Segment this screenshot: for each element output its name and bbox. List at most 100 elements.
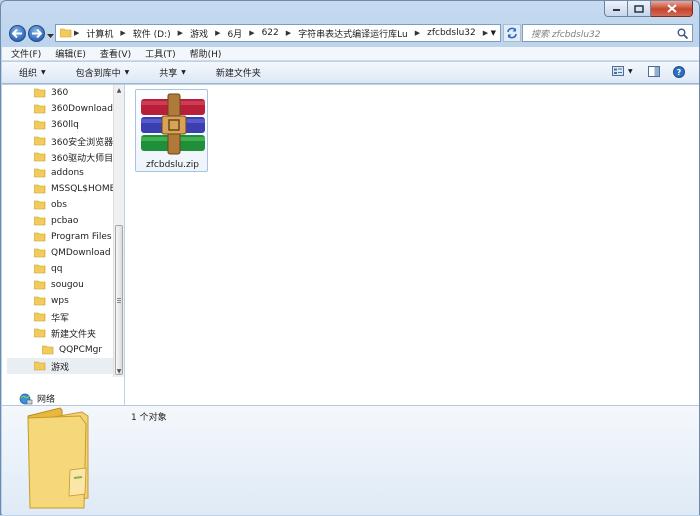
tree-item-label: MSSQL$HOME — [51, 184, 113, 194]
tree-item-label: 360驱动大师目录 — [51, 153, 113, 164]
tree-item-label: Program Files ( — [51, 232, 113, 242]
include-in-library-button[interactable]: 包含到库中 ▼ — [58, 66, 142, 79]
chevron-down-icon: ▼ — [41, 69, 46, 76]
menu-tools[interactable]: 工具(T) — [136, 47, 181, 60]
tree-item-360downloads[interactable]: 360Downloads — [34, 101, 113, 117]
tree-item-games[interactable]: 游戏 — [7, 358, 113, 374]
breadcrumb-lu-library[interactable]: 字符串表达式编译运行库Lu — [293, 25, 413, 41]
folder-icon — [34, 312, 46, 322]
tree-item-label: sougou — [51, 280, 84, 290]
tree-item-label: qq — [51, 264, 63, 274]
folder-large-icon — [27, 407, 89, 509]
scroll-up-arrow[interactable]: ▲ — [114, 85, 124, 96]
close-button[interactable] — [651, 1, 693, 17]
network-icon — [19, 393, 33, 404]
folder-icon — [34, 280, 46, 290]
tree-item-wps[interactable]: wps — [34, 293, 69, 309]
breadcrumb-622[interactable]: 622 — [257, 25, 284, 41]
tree-item-label: 华军 — [51, 313, 70, 324]
tree-item-label: pcbao — [51, 216, 79, 226]
share-label: 共享 — [159, 69, 178, 79]
folder-icon — [34, 152, 46, 162]
folder-icon — [34, 361, 46, 371]
share-button[interactable]: 共享 ▼ — [141, 66, 198, 79]
breadcrumb-computer[interactable]: 计算机 — [81, 25, 118, 41]
tree-item-huajun[interactable]: 华军 — [34, 309, 69, 325]
network-label: 网络 — [37, 395, 56, 405]
new-folder-label: 新建文件夹 — [215, 69, 261, 79]
preview-pane-icon — [648, 66, 660, 77]
breadcrumb-games[interactable]: 游戏 — [185, 25, 213, 41]
folder-icon — [34, 120, 46, 130]
navigation-scrollbar[interactable]: ▲ ▼ — [113, 85, 124, 377]
folder-icon — [34, 88, 46, 98]
breadcrumb-separator-icon[interactable]: ▶ — [247, 29, 256, 37]
command-bar: 组织 ▼ 包含到库中 ▼ 共享 ▼ 新建文件夹 ▼ ? — [2, 62, 699, 84]
chevron-down-icon: ▼ — [628, 67, 633, 75]
breadcrumb-current-folder[interactable]: zfcbdslu32 — [422, 25, 481, 41]
preview-pane-button[interactable] — [648, 66, 660, 77]
address-bar[interactable]: ▶ 计算机 ▶ 软件 (D:) ▶ 游戏 ▶ 6月 ▶ 622 ▶ 字符串表达式… — [55, 24, 501, 42]
search-icon[interactable] — [677, 28, 688, 39]
breadcrumb-separator-icon[interactable]: ▶ — [481, 29, 490, 37]
refresh-button[interactable] — [503, 24, 521, 42]
file-item[interactable]: zfcbdslu.zip — [135, 89, 208, 172]
menu-view[interactable]: 查看(V) — [91, 47, 136, 60]
tree-item-label: 360llq — [51, 120, 79, 130]
breadcrumb-separator-icon[interactable]: ▶ — [213, 29, 222, 37]
tree-item-sougou[interactable]: sougou — [34, 277, 84, 293]
breadcrumb-drive-d[interactable]: 软件 (D:) — [128, 25, 176, 41]
scroll-thumb[interactable] — [115, 225, 123, 375]
folder-icon — [34, 264, 46, 274]
help-button[interactable]: ? — [673, 66, 685, 78]
forward-button[interactable] — [28, 25, 45, 42]
breadcrumb-june[interactable]: 6月 — [222, 25, 247, 41]
caption-buttons — [604, 1, 693, 17]
tree-item-obs[interactable]: obs — [34, 197, 67, 213]
organize-button[interactable]: 组织 ▼ — [2, 66, 58, 79]
tree-item-network[interactable]: 网络 — [19, 392, 55, 405]
tree-item-360[interactable]: 360 — [34, 85, 68, 101]
tree-item-360-browser[interactable]: 360安全浏览器下 — [34, 133, 113, 149]
address-folder-icon — [60, 25, 72, 41]
navigation-pane-bottom: 网络 — [2, 377, 124, 405]
minimize-button[interactable] — [604, 1, 628, 17]
folder-icon — [34, 136, 46, 146]
tree-item-qq[interactable]: qq — [34, 261, 62, 277]
tree-item-program-files[interactable]: Program Files ( — [34, 229, 113, 245]
maximize-button[interactable] — [628, 1, 651, 17]
menu-edit[interactable]: 编辑(E) — [46, 47, 91, 60]
file-list-area[interactable]: zfcbdslu.zip — [125, 85, 699, 405]
organize-label: 组织 — [19, 69, 38, 79]
view-options-button[interactable]: ▼ — [612, 66, 633, 76]
tree-item-label: 360 — [51, 88, 69, 98]
breadcrumb-separator-icon[interactable]: ▶ — [118, 29, 127, 37]
minimize-icon — [612, 8, 620, 11]
breadcrumb-separator-icon[interactable]: ▶ — [176, 29, 185, 37]
tree-item-addons[interactable]: addons — [34, 165, 84, 181]
breadcrumb-separator-icon[interactable]: ▶ — [284, 29, 293, 37]
grip-icon — [117, 297, 121, 303]
scroll-down-arrow[interactable]: ▼ — [114, 366, 124, 377]
tree-item-mssql[interactable]: MSSQL$HOME — [34, 181, 113, 197]
tree-item-new-folder[interactable]: 新建文件夹 — [34, 325, 96, 341]
tree-item-360-driver[interactable]: 360驱动大师目录 — [34, 149, 113, 165]
breadcrumb-separator-icon[interactable]: ▶ — [72, 29, 81, 37]
tree-item-pcbao[interactable]: pcbao — [34, 213, 78, 229]
search-input[interactable]: 搜索 zfcbdslu32 — [522, 24, 693, 42]
tree-item-label: 游戏 — [51, 362, 70, 373]
tree-item-label: wps — [51, 296, 69, 306]
recent-pages-dropdown[interactable] — [47, 31, 54, 41]
new-folder-button[interactable]: 新建文件夹 — [198, 66, 273, 79]
back-button[interactable] — [9, 25, 26, 42]
breadcrumb-separator-icon[interactable]: ▶ — [413, 29, 422, 37]
svg-text:?: ? — [677, 68, 682, 77]
tree-item-qmdownload[interactable]: QMDownload — [34, 245, 111, 261]
address-history-dropdown[interactable]: ▼ — [491, 29, 496, 37]
tree-item-qqpcmgr[interactable]: QQPCMgr — [42, 342, 102, 358]
menu-file[interactable]: 文件(F) — [2, 47, 46, 60]
chevron-down-icon: ▼ — [124, 69, 130, 76]
tree-item-360llq[interactable]: 360llq — [34, 117, 79, 133]
menu-help[interactable]: 帮助(H) — [181, 47, 227, 60]
menu-bar: 文件(F) 编辑(E) 查看(V) 工具(T) 帮助(H) — [2, 47, 699, 61]
